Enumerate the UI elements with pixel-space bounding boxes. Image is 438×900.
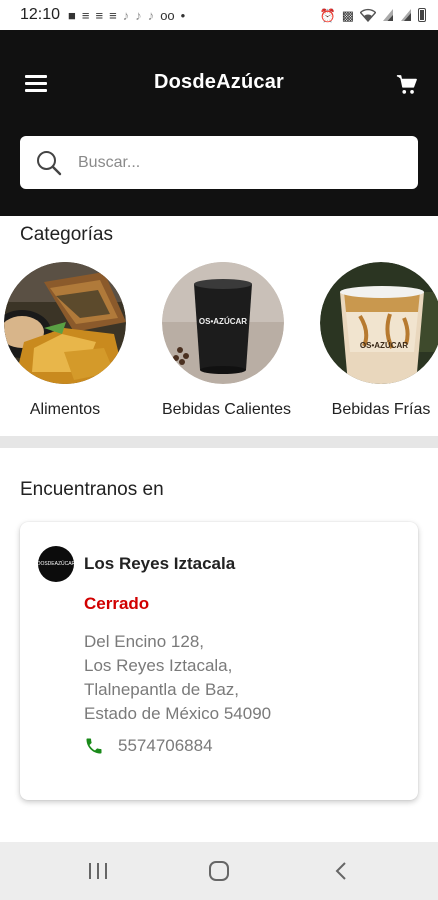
wifi-icon (360, 8, 376, 22)
back-icon[interactable] (330, 860, 354, 882)
address-line: Estado de México 54090 (84, 704, 272, 723)
store-card[interactable]: DOSDEAZÚCAR Los Reyes Iztacala Cerrado D… (20, 522, 418, 800)
notification-icon: ≡ (81, 7, 90, 23)
categories-carousel[interactable]: Alimentos OS•AZÚCAR Bebidas Calientes OS… (0, 262, 438, 422)
category-image-bebidas-calientes: OS•AZÚCAR (162, 262, 284, 384)
categories-title: Categorías (20, 224, 113, 245)
tiktok-icon: ♪ (122, 7, 130, 23)
app-header: DosdeAzúcar (0, 30, 438, 216)
message-icon: ■ (68, 7, 76, 23)
lock-icon: ▩ (341, 7, 354, 23)
tiktok-icon: ♪ (135, 7, 142, 23)
search-icon (37, 150, 62, 175)
tiktok-icon: ♪ (147, 7, 155, 23)
section-divider (0, 436, 438, 448)
store-status: Cerrado (84, 594, 150, 613)
category-image-alimentos (4, 262, 126, 384)
status-right: ⏰ ▩ (320, 8, 426, 22)
category-bebidas-calientes[interactable]: OS•AZÚCAR Bebidas Calientes (162, 262, 291, 419)
cart-icon[interactable] (396, 74, 418, 96)
status-time: 12:10 (20, 6, 61, 23)
store-name: Los Reyes Iztacala (84, 554, 236, 573)
phone-number[interactable]: 5574706884 (118, 736, 213, 756)
home-icon[interactable] (207, 860, 231, 882)
search-bar[interactable] (20, 136, 418, 189)
voicemail-icon: oo (160, 7, 175, 23)
store-address: Del Encino 128, Los Reyes Iztacala, Tlal… (84, 630, 271, 726)
category-label-bebidas-frias: Bebidas Frías (331, 401, 431, 418)
signal-icon (401, 9, 411, 21)
status-bar: 12:10 ■ ≡ ≡ ≡ ♪ ♪ ♪ oo • ⏰ ▩ (0, 0, 438, 30)
notification-icon: ≡ (109, 7, 117, 23)
cup-brand-text: OS•AZÚCAR (360, 341, 408, 350)
status-left: 12:10 ■ ≡ ≡ ≡ ♪ ♪ ♪ oo • (20, 6, 185, 24)
alarm-icon: ⏰ (319, 7, 336, 23)
search-input[interactable] (76, 152, 380, 173)
store-logo: DOSDEAZÚCAR (37, 546, 75, 582)
store-phone[interactable]: 5574706884 (84, 736, 213, 756)
locations-title: Encuentranos en (20, 479, 164, 500)
battery-icon (418, 8, 426, 22)
category-alimentos[interactable]: Alimentos (4, 262, 126, 419)
system-nav-bar (0, 842, 438, 900)
signal-icon (383, 9, 393, 21)
address-line: Los Reyes Iztacala, (84, 656, 233, 675)
category-bebidas-frias[interactable]: OS•AZÚCAR Bebidas Frías (320, 262, 438, 419)
address-line: Del Encino 128, (84, 632, 205, 651)
address-line: Tlalnepantla de Baz, (84, 680, 239, 699)
category-label-alimentos: Alimentos (29, 401, 101, 418)
recents-icon[interactable] (86, 860, 110, 882)
category-image-bebidas-frias: OS•AZÚCAR (320, 262, 438, 384)
app-title: DosdeAzúcar (153, 71, 284, 93)
cup-brand-text: OS•AZÚCAR (199, 317, 247, 326)
dot-icon: • (180, 7, 186, 23)
notification-icon: ≡ (95, 7, 104, 23)
category-label-bebidas-calientes: Bebidas Calientes (162, 401, 291, 418)
phone-icon (86, 738, 102, 754)
